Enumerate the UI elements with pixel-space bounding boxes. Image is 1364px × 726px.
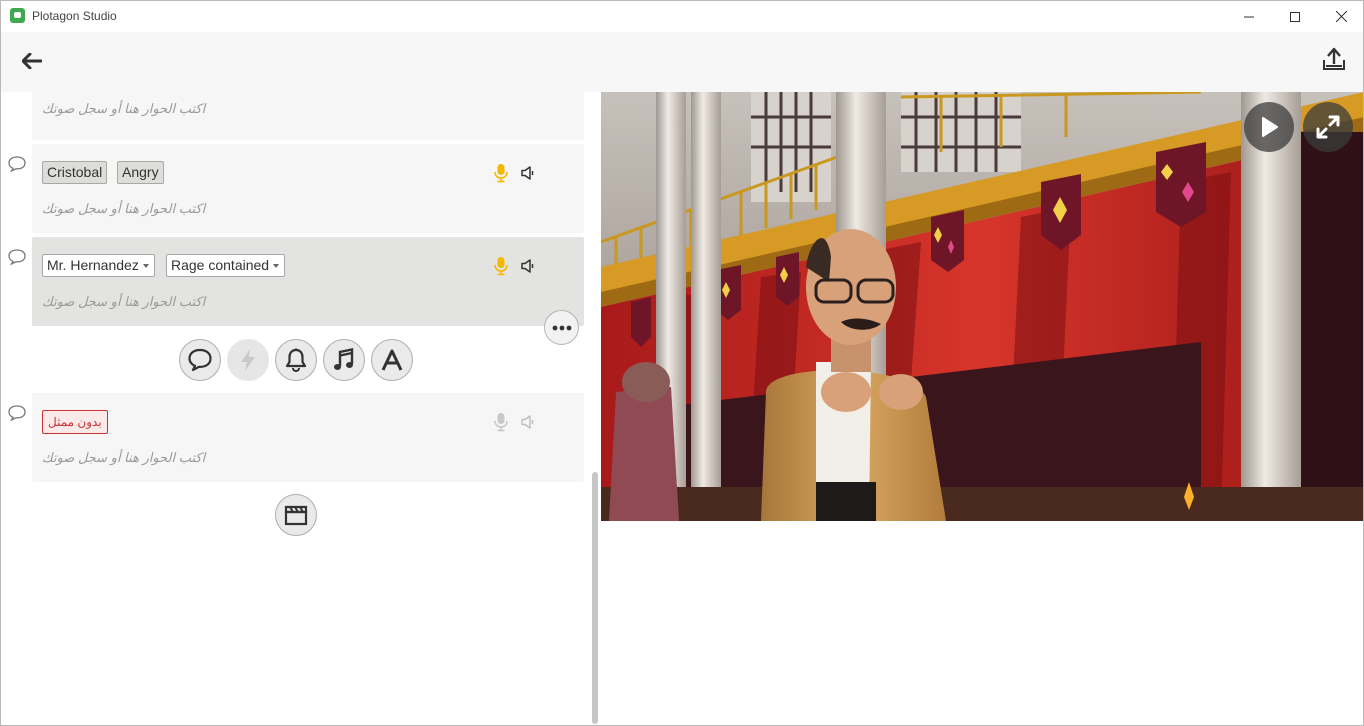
speaker-icon[interactable] [521,166,535,180]
play-icon [1262,117,1278,137]
emotion-dropdown-value: Rage contained [171,257,270,273]
close-icon [1335,11,1347,22]
back-button[interactable] [17,46,47,76]
dialogue-card[interactable]: بدون ممثل اكتب الحوار هنا أو سجل صوتك [32,393,584,482]
text-letter-icon [381,349,403,371]
minimize-icon [1244,16,1254,17]
script-panel: اكتب الحوار هنا أو سجل صوتك Cristobal An… [1,92,600,725]
export-button[interactable] [1317,42,1351,76]
add-action-button[interactable] [227,339,269,381]
speech-bubble-icon [8,249,26,265]
minimize-button[interactable] [1226,1,1272,32]
expand-icon [1316,115,1340,139]
arrow-left-icon [22,53,42,69]
play-button[interactable] [1244,102,1294,152]
clapperboard-icon [284,505,308,526]
plotagon-window: Plotagon Studio اكتب الحوار هنا أو سجل ص… [0,0,1364,726]
ellipsis-icon [552,325,571,330]
add-sound-effect-button[interactable] [275,339,317,381]
editor-toolbar [1,32,1363,92]
no-actor-tag[interactable]: بدون ممثل [42,410,108,434]
dialogue-card[interactable]: اكتب الحوار هنا أو سجل صوتك [32,92,584,140]
dialogue-placeholder[interactable]: اكتب الحوار هنا أو سجل صوتك [42,201,205,217]
dialogue-card-selected[interactable]: Mr. Hernandez Rage contained اكتب الحوار… [32,237,584,326]
dialogue-placeholder[interactable]: اكتب الحوار هنا أو سجل صوتك [42,450,205,466]
speech-bubble-icon [8,156,26,172]
speaker-icon[interactable] [521,415,535,429]
character-dropdown-value: Mr. Hernandez [47,257,139,273]
character-dropdown[interactable]: Mr. Hernandez [42,254,155,277]
microphone-icon[interactable] [493,412,509,432]
lightning-icon [241,349,255,371]
caret-down-icon [273,264,280,268]
add-text-button[interactable] [371,339,413,381]
speaker-icon[interactable] [521,259,535,273]
dialogue-placeholder[interactable]: اكتب الحوار هنا أو سجل صوتك [42,101,205,117]
dialogue-placeholder[interactable]: اكتب الحوار هنا أو سجل صوتك [42,294,205,310]
speech-bubble-icon [8,405,26,421]
fullscreen-button[interactable] [1303,102,1353,152]
add-scene-button[interactable] [275,494,317,536]
more-options-button[interactable] [544,310,579,345]
add-music-button[interactable] [323,339,365,381]
maximize-icon [1290,11,1300,22]
scene-preview-image [601,92,1363,521]
dialogue-card[interactable]: Cristobal Angry اكتب الحوار هنا أو سجل ص… [32,144,584,233]
caret-down-icon [142,264,149,268]
add-dialogue-button[interactable] [179,339,221,381]
character-tag[interactable]: Cristobal [42,161,108,184]
close-button[interactable] [1318,1,1363,32]
microphone-icon[interactable] [493,256,509,276]
music-note-icon [334,348,354,370]
scrollbar[interactable] [592,472,598,724]
window-title: Plotagon Studio [32,9,117,23]
maximize-button[interactable] [1272,1,1318,32]
microphone-icon[interactable] [493,163,509,183]
share-upload-icon [1323,47,1345,70]
emotion-tag[interactable]: Angry [117,161,164,184]
speech-bubble-icon [188,348,212,372]
scene-preview[interactable] [601,92,1363,521]
emotion-dropdown[interactable]: Rage contained [166,254,286,277]
title-bar: Plotagon Studio [1,1,1363,32]
bell-icon [285,348,307,372]
plotagon-app-icon [10,8,25,23]
